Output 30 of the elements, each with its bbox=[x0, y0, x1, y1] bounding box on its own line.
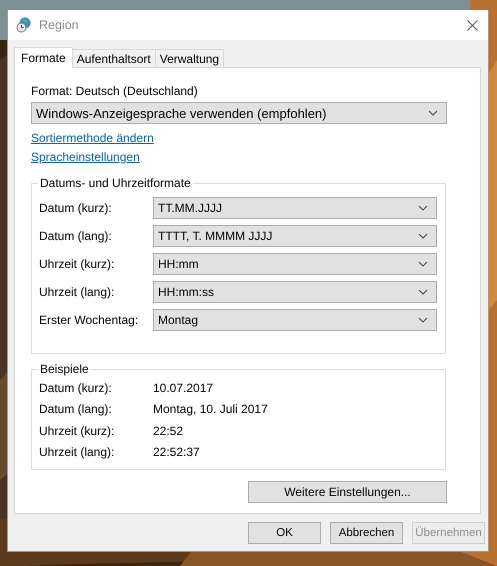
field-label: Erster Wochentag: bbox=[39, 313, 140, 327]
format-dropdown[interactable]: Windows-Anzeigesprache verwenden (empfohlen) bbox=[31, 102, 447, 124]
example-value: 10.07.2017 bbox=[153, 380, 214, 395]
group-title: Beispiele bbox=[39, 362, 90, 376]
tab[interactable]: Formate bbox=[14, 47, 73, 68]
example-label: Datum (lang): bbox=[39, 402, 113, 416]
field-label: Uhrzeit (kurz): bbox=[39, 257, 116, 271]
example-value: Montag, 10. Juli 2017 bbox=[153, 402, 268, 416]
example-value: 22:52:37 bbox=[153, 445, 200, 460]
example-label: Uhrzeit (kurz): bbox=[39, 424, 116, 438]
example-value: 22:52 bbox=[153, 424, 184, 438]
field-label: Uhrzeit (lang): bbox=[39, 285, 116, 299]
field-label: Datum (kurz): bbox=[39, 201, 113, 215]
link[interactable]: Sortiermethode ändern bbox=[31, 131, 154, 145]
group-title: Datums- und Uhrzeitformate bbox=[39, 176, 192, 190]
format-dropdown[interactable]: HH:mm:ss bbox=[153, 281, 437, 303]
tab[interactable]: Verwaltung bbox=[154, 49, 224, 67]
link[interactable]: Spracheinstellungen bbox=[31, 150, 140, 164]
dialog-button[interactable]: OK bbox=[248, 522, 321, 544]
format-dropdown[interactable]: TTTT, T. MMMM JJJJ bbox=[153, 225, 437, 247]
format-label: Format: Deutsch (Deutschland) bbox=[31, 84, 198, 98]
example-label: Datum (kurz): bbox=[39, 380, 113, 395]
format-dropdown[interactable]: Montag bbox=[153, 309, 437, 331]
dialog-button[interactable]: Abbrechen bbox=[330, 522, 403, 544]
format-dropdown[interactable]: TT.MM.JJJJ bbox=[153, 197, 437, 219]
format-dropdown[interactable]: HH:mm bbox=[153, 253, 437, 275]
field-label: Datum (lang): bbox=[39, 229, 113, 243]
more-settings-button[interactable]: Weitere Einstellungen... bbox=[248, 481, 447, 503]
example-label: Uhrzeit (lang): bbox=[39, 445, 116, 460]
window-title: Region bbox=[39, 18, 79, 32]
